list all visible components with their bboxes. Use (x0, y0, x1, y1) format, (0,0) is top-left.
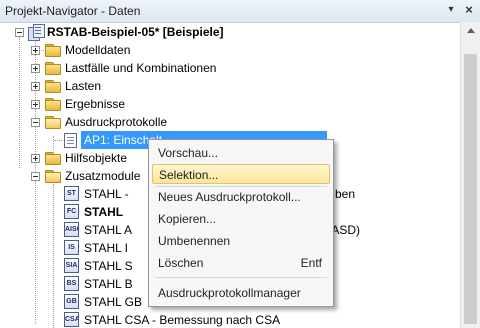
module-label: STAHL - (84, 187, 129, 201)
expand-toggle[interactable] (31, 100, 40, 109)
menu-item-label: Neues Ausdruckprotokoll... (158, 190, 301, 204)
menu-item-vorschau[interactable]: Vorschau... (152, 143, 330, 163)
menu-item-loeschen[interactable]: Löschen Entf (152, 253, 330, 273)
expand-toggle[interactable] (31, 46, 40, 55)
tree-item-label: Ausdruckprotokolle (65, 115, 168, 129)
project-icon (28, 24, 45, 41)
menu-item-umbenennen[interactable]: Umbenennen (152, 231, 330, 251)
tree-line (53, 136, 54, 150)
module-label: STAHL CSA - Bemessung nach CSA (84, 313, 281, 327)
tree-item-label: Ergebnisse (65, 97, 126, 111)
module-icon: SIA (64, 258, 79, 273)
expand-toggle[interactable] (31, 82, 40, 91)
folder-icon (45, 62, 61, 75)
tree-item-label: Lasten (65, 79, 102, 93)
expand-toggle[interactable] (31, 64, 40, 73)
tree-item-label: Hilfsobjekte (65, 151, 128, 165)
menu-separator (155, 277, 327, 278)
close-icon[interactable]: × (462, 3, 476, 17)
tree-item-label: Modelldaten (65, 43, 131, 57)
module-item[interactable]: CSA STAHL CSA - Bemessung nach CSA (0, 311, 460, 328)
folder-open-icon (45, 170, 61, 183)
module-label: STAHL (84, 205, 124, 219)
scroll-up-icon[interactable] (467, 28, 475, 33)
scrollbar-thumb[interactable] (464, 54, 477, 324)
menu-item-shortcut: Entf (300, 256, 322, 270)
menu-item-kopieren[interactable]: Kopieren... (152, 209, 330, 229)
folder-open-icon (45, 116, 61, 129)
module-icon: AISC (64, 222, 79, 237)
module-label: STAHL A (84, 223, 133, 237)
module-label: STAHL GB (84, 295, 143, 309)
pin-dropdown-icon[interactable]: ▾ (444, 3, 458, 17)
expand-toggle[interactable] (31, 154, 40, 163)
module-icon: BS (64, 276, 79, 291)
module-icon: FC (64, 204, 79, 219)
tree-item-label: Lastfälle und Kombinationen (65, 61, 217, 75)
tree-line (19, 36, 20, 168)
panel-titlebar: Projekt-Navigator - Daten ▾ × (0, 0, 480, 23)
module-icon: IS (64, 240, 79, 255)
report-icon (64, 133, 77, 148)
vertical-scrollbar[interactable] (460, 22, 480, 328)
menu-item-neues-ausdruckprotokoll[interactable]: Neues Ausdruckprotokoll... (152, 187, 330, 207)
menu-item-label: Umbenennen (158, 234, 231, 248)
module-label: STAHL I (84, 241, 129, 255)
menu-item-label: Kopieren... (158, 212, 217, 226)
menu-item-selektion[interactable]: Selektion... (152, 164, 330, 184)
module-label: STAHL S (84, 259, 133, 273)
folder-icon (45, 152, 61, 165)
folder-icon (45, 44, 61, 57)
module-icon: ST (64, 186, 79, 201)
folder-icon (45, 98, 61, 111)
collapse-toggle[interactable] (15, 28, 24, 37)
module-icon: CSA (64, 312, 79, 327)
folder-icon (45, 80, 61, 93)
menu-item-label: Selektion... (159, 168, 219, 182)
module-label: STAHL B (84, 277, 133, 291)
tree-root-label: RSTAB-Beispiel-05* [Beispiele] (47, 25, 224, 39)
module-icon: GB (64, 294, 79, 309)
menu-item-label: Löschen (158, 256, 204, 270)
menu-item-label: Vorschau... (158, 146, 219, 160)
menu-item-label: Ausdruckprotokollmanager (158, 286, 301, 300)
context-menu: Vorschau... Selektion... Neues Ausdruckp… (148, 139, 334, 307)
collapse-toggle[interactable] (31, 172, 40, 181)
module-label-tail: ben (335, 187, 356, 201)
menu-item-ausdruckprotokollmanager[interactable]: Ausdruckprotokollmanager (152, 283, 330, 303)
panel-title: Projekt-Navigator - Daten (5, 4, 141, 18)
collapse-toggle[interactable] (31, 118, 40, 127)
tree-item-label: Zusatzmodule (65, 169, 141, 183)
